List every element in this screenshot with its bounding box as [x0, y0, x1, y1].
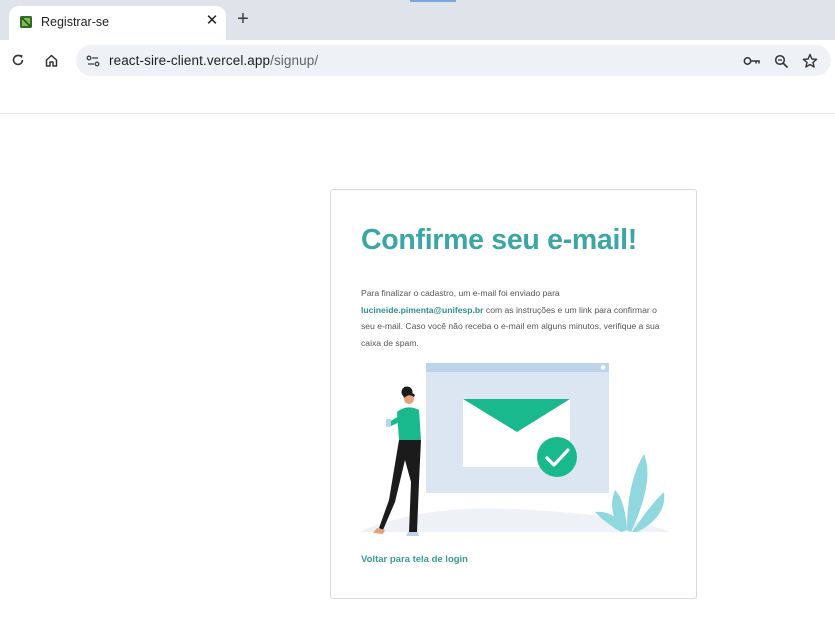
browser-tab[interactable]: Registrar-se ✕ [9, 6, 226, 40]
app-favicon-icon [19, 15, 33, 29]
password-key-icon[interactable] [742, 51, 762, 71]
new-tab-button[interactable]: + [235, 9, 251, 30]
site-info-icon[interactable] [84, 52, 102, 70]
page-divider [0, 113, 835, 114]
confirm-email-card: Confirme seu e-mail! Para finalizar o ca… [330, 189, 697, 599]
close-tab-icon[interactable]: ✕ [204, 12, 220, 30]
url-text[interactable]: react-sire-client.vercel.app/signup/ [109, 53, 318, 68]
browser-toolbar: react-sire-client.vercel.app/signup/ [0, 40, 835, 82]
card-message: Para finalizar o cadastro, um e-mail foi… [361, 285, 671, 351]
message-email: lucineide.pimenta@unifesp.br [361, 304, 484, 315]
url-host: react-sire-client.vercel.app [109, 53, 271, 68]
back-to-login-link[interactable]: Voltar para tela de login [361, 554, 468, 565]
reload-icon[interactable] [7, 49, 29, 71]
tab-title: Registrar-se [41, 15, 110, 29]
email-sent-illustration [359, 362, 671, 537]
url-path: /signup/ [270, 53, 319, 68]
home-icon[interactable] [40, 49, 62, 71]
address-bar[interactable]: react-sire-client.vercel.app/signup/ [76, 45, 831, 76]
tabstrip-accent [410, 0, 456, 2]
tab-strip: Registrar-se ✕ + [0, 0, 835, 40]
bookmark-star-icon[interactable] [800, 51, 820, 71]
card-title: Confirme seu e-mail! [361, 224, 637, 256]
message-before-email: Para finalizar o cadastro, um e-mail foi… [361, 288, 560, 298]
zoom-icon[interactable] [771, 51, 791, 71]
